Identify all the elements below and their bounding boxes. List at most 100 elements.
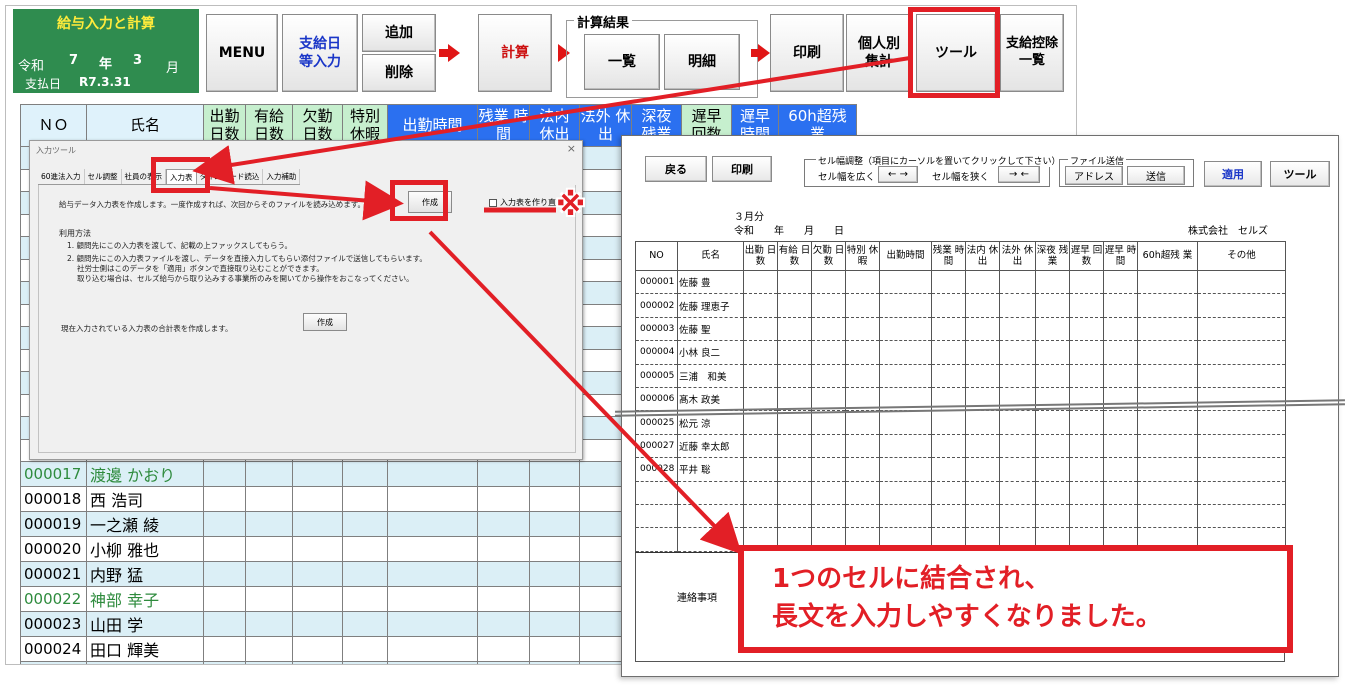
form-row-value-cell[interactable] [931,457,966,482]
row-value-cell[interactable] [387,486,478,512]
form-row-name-cell[interactable]: 佐藤 理恵子 [677,293,744,318]
form-row-value-cell[interactable] [1197,503,1286,529]
form-row-value-cell[interactable] [879,480,932,505]
row-value-cell[interactable] [292,636,343,662]
row-value-cell[interactable] [292,536,343,562]
form-row-name-cell[interactable]: 小林 良二 [677,340,744,365]
row-value-cell[interactable] [245,611,293,637]
form-row-value-cell[interactable] [1069,480,1104,505]
row-no-cell[interactable]: 000025 [20,661,87,664]
checkbox-box-icon[interactable] [489,198,497,207]
row-no-cell[interactable]: 000021 [20,561,87,587]
form-row-value-cell[interactable] [965,293,1000,318]
row-value-cell[interactable] [203,661,246,664]
form-row-no-cell[interactable]: 000004 [635,340,678,365]
row-value-cell[interactable] [203,561,246,587]
form-row-value-cell[interactable] [743,480,778,505]
form-row-value-cell[interactable] [1197,480,1286,505]
form-row-value-cell[interactable] [999,503,1036,529]
form-row-value-cell[interactable] [845,363,880,388]
form-row-value-cell[interactable] [1069,457,1104,482]
form-row-value-cell[interactable] [1035,503,1070,529]
table-row[interactable]: 000028 平井 聡 [635,457,1286,482]
form-row-value-cell[interactable] [931,433,966,459]
row-value-cell[interactable] [203,611,246,637]
form-row-value-cell[interactable] [1197,363,1286,388]
form-row-name-cell[interactable] [677,480,744,505]
form-row-no-cell[interactable] [635,480,678,505]
delete-button[interactable]: 削除 [362,54,436,92]
row-value-cell[interactable] [477,511,530,537]
form-tool-button[interactable]: ツール [1270,161,1330,187]
form-row-name-cell[interactable]: 佐藤 豊 [677,269,744,295]
form-row-value-cell[interactable] [845,269,880,295]
form-row-value-cell[interactable] [743,316,778,342]
form-row-name-cell[interactable] [677,503,744,529]
row-value-cell[interactable] [342,536,388,562]
table-row[interactable]: 000001 佐藤 豊 [635,269,1286,295]
form-row-value-cell[interactable] [1069,340,1104,365]
row-value-cell[interactable] [342,486,388,512]
table-row[interactable]: 000002 佐藤 理恵子 [635,293,1286,318]
year-value[interactable]: 7 [69,53,78,68]
row-value-cell[interactable] [477,661,530,664]
row-value-cell[interactable] [245,486,293,512]
form-row-value-cell[interactable] [845,293,880,318]
form-row-value-cell[interactable] [1035,457,1070,482]
row-value-cell[interactable] [529,636,580,662]
form-row-value-cell[interactable] [999,480,1036,505]
row-name-cell[interactable]: 神部 幸子 [86,586,204,612]
row-value-cell[interactable] [292,611,343,637]
row-value-cell[interactable] [342,661,388,664]
form-row-value-cell[interactable] [999,363,1036,388]
form-row-value-cell[interactable] [999,269,1036,295]
form-row-value-cell[interactable] [845,433,880,459]
form-row-value-cell[interactable] [879,433,932,459]
form-row-value-cell[interactable] [965,386,1000,412]
form-row-value-cell[interactable] [1103,363,1138,388]
form-row-value-cell[interactable] [811,269,846,295]
form-row-value-cell[interactable] [743,503,778,529]
row-value-cell[interactable] [387,561,478,587]
form-row-value-cell[interactable] [811,340,846,365]
form-row-value-cell[interactable] [879,503,932,529]
row-no-cell[interactable]: 000020 [20,536,87,562]
form-row-value-cell[interactable] [1069,410,1104,435]
form-row-value-cell[interactable] [1035,340,1070,365]
form-row-value-cell[interactable] [1197,433,1286,459]
row-no-cell[interactable]: 000022 [20,586,87,612]
form-row-value-cell[interactable] [931,269,966,295]
row-value-cell[interactable] [529,461,580,487]
form-row-value-cell[interactable] [1197,316,1286,342]
row-name-cell[interactable]: 松元 涼 [86,661,204,664]
form-row-value-cell[interactable] [811,457,846,482]
row-value-cell[interactable] [342,561,388,587]
form-row-value-cell[interactable] [1035,433,1070,459]
row-no-cell[interactable]: 000023 [20,611,87,637]
apply-button[interactable]: 適用 [1204,161,1262,187]
form-row-name-cell[interactable]: 佐藤 聖 [677,316,744,342]
row-value-cell[interactable] [342,636,388,662]
form-row-no-cell[interactable]: 000028 [635,457,678,482]
calculate-button[interactable]: 計算 [478,14,552,92]
form-row-no-cell[interactable]: 000003 [635,316,678,342]
row-value-cell[interactable] [529,561,580,587]
row-name-cell[interactable]: 西 浩司 [86,486,204,512]
form-row-value-cell[interactable] [1137,316,1198,342]
widen-cell-button[interactable]: ← → [878,166,918,183]
form-row-value-cell[interactable] [777,480,812,505]
row-value-cell[interactable] [342,461,388,487]
add-button[interactable]: 追加 [362,14,436,52]
row-no-cell[interactable]: 000017 [20,461,87,487]
row-name-cell[interactable]: 小柳 雅也 [86,536,204,562]
form-row-value-cell[interactable] [965,480,1000,505]
row-value-cell[interactable] [245,536,293,562]
form-row-value-cell[interactable] [879,410,932,435]
row-value-cell[interactable] [203,461,246,487]
form-row-value-cell[interactable] [777,457,812,482]
tab-input-assist[interactable]: 入力補助 [263,169,301,184]
row-value-cell[interactable] [245,461,293,487]
form-row-value-cell[interactable] [999,410,1036,435]
table-row[interactable]: 000005 三浦 和美 [635,363,1286,388]
results-detail-button[interactable]: 明細 [664,34,740,90]
